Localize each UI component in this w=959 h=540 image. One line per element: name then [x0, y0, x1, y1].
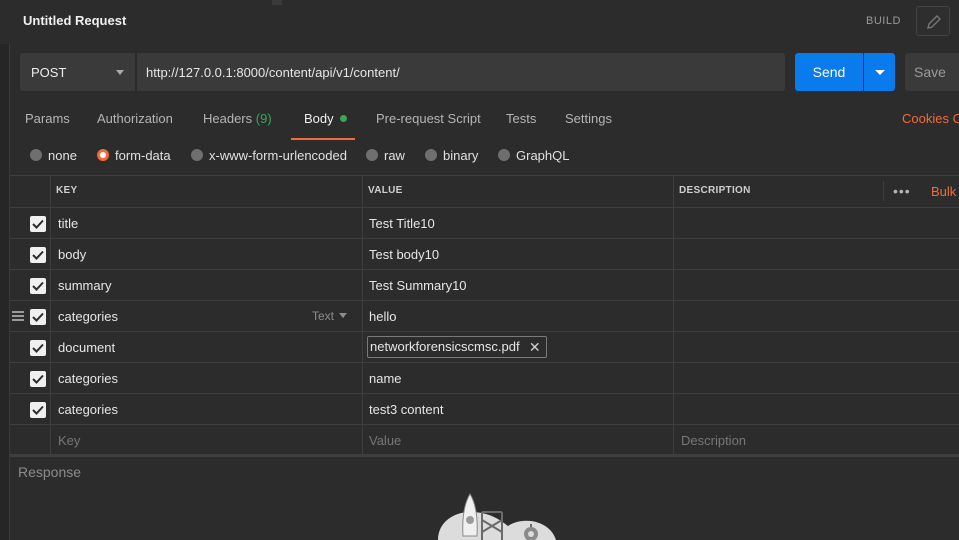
tab-body-label: Body — [304, 111, 334, 126]
table-row[interactable]: categories name — [10, 362, 959, 393]
table-row[interactable]: document networkforensicscmsc.pdf ✕ — [10, 331, 959, 362]
form-data-table: KEY VALUE DESCRIPTION ••• Bulk title Tes… — [10, 175, 959, 455]
more-options-icon[interactable]: ••• — [893, 183, 911, 199]
method-select[interactable]: POST — [20, 53, 136, 91]
tab-body[interactable]: Body — [304, 111, 347, 126]
tab-pre-request-script[interactable]: Pre-request Script — [376, 111, 481, 126]
radio-button — [498, 149, 510, 161]
header-key: KEY — [56, 185, 78, 196]
checkmark-icon — [32, 374, 44, 384]
send-label: Send — [812, 64, 846, 80]
row-checkbox[interactable] — [30, 247, 46, 263]
radio-button — [30, 149, 42, 161]
tab-authorization[interactable]: Authorization — [97, 111, 173, 126]
tab-tests[interactable]: Tests — [506, 111, 536, 126]
active-tab-indicator — [291, 138, 355, 140]
value-cell[interactable]: Test body10 — [369, 247, 439, 262]
request-title[interactable]: Untitled Request — [23, 13, 126, 28]
key-cell[interactable]: categories — [58, 371, 118, 386]
method-label: POST — [31, 65, 67, 80]
postman-window: Untitled Request BUILD POST http://127.0… — [0, 0, 959, 540]
radio-label: binary — [443, 148, 479, 163]
checkmark-icon — [32, 281, 44, 291]
caret-down-icon — [875, 70, 885, 75]
radio-label: none — [48, 148, 77, 163]
radio-label: GraphQL — [516, 148, 570, 163]
checkmark-icon — [32, 343, 44, 353]
header-separator — [883, 181, 884, 201]
drag-handle-icon[interactable] — [12, 311, 24, 323]
checkmark-icon — [32, 250, 44, 260]
caret-down-icon — [339, 313, 348, 318]
key-cell[interactable]: document — [58, 340, 115, 355]
file-name: networkforensicscmsc.pdf — [370, 339, 520, 354]
value-cell[interactable]: test3 content — [369, 402, 443, 417]
row-checkbox[interactable] — [30, 216, 46, 232]
key-cell[interactable]: categories — [58, 402, 118, 417]
new-row[interactable]: Key Value Description — [10, 424, 959, 455]
headers-count: (9) — [255, 111, 272, 126]
radio-button-selected — [97, 149, 109, 161]
tab-headers-label: Headers — [203, 111, 253, 126]
new-description-input[interactable]: Description — [681, 433, 746, 448]
file-chip[interactable]: networkforensicscmsc.pdf ✕ — [367, 336, 547, 358]
row-checkbox[interactable] — [30, 309, 46, 325]
radio-button — [191, 149, 203, 161]
remove-file-icon[interactable]: ✕ — [529, 337, 541, 357]
tab-divider — [272, 0, 282, 5]
key-cell[interactable]: body — [58, 247, 86, 262]
key-cell[interactable]: categories — [58, 309, 118, 324]
header-description: DESCRIPTION — [679, 185, 751, 196]
send-button[interactable]: Send — [795, 53, 863, 91]
value-cell[interactable]: Test Title10 — [369, 216, 435, 231]
request-header: Untitled Request BUILD — [0, 0, 959, 44]
row-checkbox[interactable] — [30, 371, 46, 387]
tab-headers[interactable]: Headers (9) — [203, 111, 272, 126]
save-button[interactable]: Save — [905, 53, 959, 91]
checkmark-icon — [32, 312, 44, 322]
key-type-label: Text — [312, 309, 335, 323]
key-type-select[interactable]: Text — [312, 309, 348, 323]
chevron-down-icon — [116, 70, 124, 75]
radio-button — [425, 149, 437, 161]
header-value: VALUE — [368, 185, 403, 196]
new-value-input[interactable]: Value — [369, 433, 401, 448]
radio-label: x-www-form-urlencoded — [209, 148, 347, 163]
url-text: http://127.0.0.1:8000/content/api/v1/con… — [146, 65, 400, 80]
row-checkbox[interactable] — [30, 402, 46, 418]
send-options-button[interactable] — [864, 53, 895, 91]
table-row[interactable]: categories test3 content — [10, 393, 959, 424]
build-mode-label[interactable]: BUILD — [866, 15, 901, 27]
edit-button[interactable] — [916, 6, 950, 36]
radio-label: raw — [384, 148, 405, 163]
cookies-link[interactable]: Cookies C — [902, 111, 959, 126]
row-checkbox[interactable] — [30, 340, 46, 356]
table-row[interactable]: body Test body10 — [10, 238, 959, 269]
checkmark-icon — [32, 219, 44, 229]
new-key-input[interactable]: Key — [58, 433, 80, 448]
value-cell[interactable]: name — [369, 371, 402, 386]
url-input[interactable]: http://127.0.0.1:8000/content/api/v1/con… — [137, 53, 785, 91]
key-cell[interactable]: title — [58, 216, 78, 231]
table-row[interactable]: categories Text hello — [10, 300, 959, 331]
tab-params[interactable]: Params — [25, 111, 70, 126]
row-checkbox[interactable] — [30, 278, 46, 294]
key-cell[interactable]: summary — [58, 278, 111, 293]
table-row[interactable]: summary Test Summary10 — [10, 269, 959, 300]
pencil-icon — [927, 15, 941, 29]
rocket-launch-illustration — [438, 493, 556, 540]
tab-settings[interactable]: Settings — [565, 111, 612, 126]
bulk-edit-link[interactable]: Bulk — [931, 184, 956, 199]
response-title: Response — [18, 464, 82, 480]
value-cell[interactable]: hello — [369, 309, 396, 324]
value-cell[interactable]: Test Summary10 — [369, 278, 467, 293]
table-row[interactable]: title Test Title10 — [10, 207, 959, 238]
checkmark-icon — [32, 405, 44, 415]
left-sidebar-edge — [0, 0, 10, 540]
save-label: Save — [914, 64, 946, 80]
radio-label: form-data — [115, 148, 171, 163]
radio-button — [366, 149, 378, 161]
body-active-dot — [339, 115, 347, 122]
response-divider[interactable] — [10, 455, 959, 457]
